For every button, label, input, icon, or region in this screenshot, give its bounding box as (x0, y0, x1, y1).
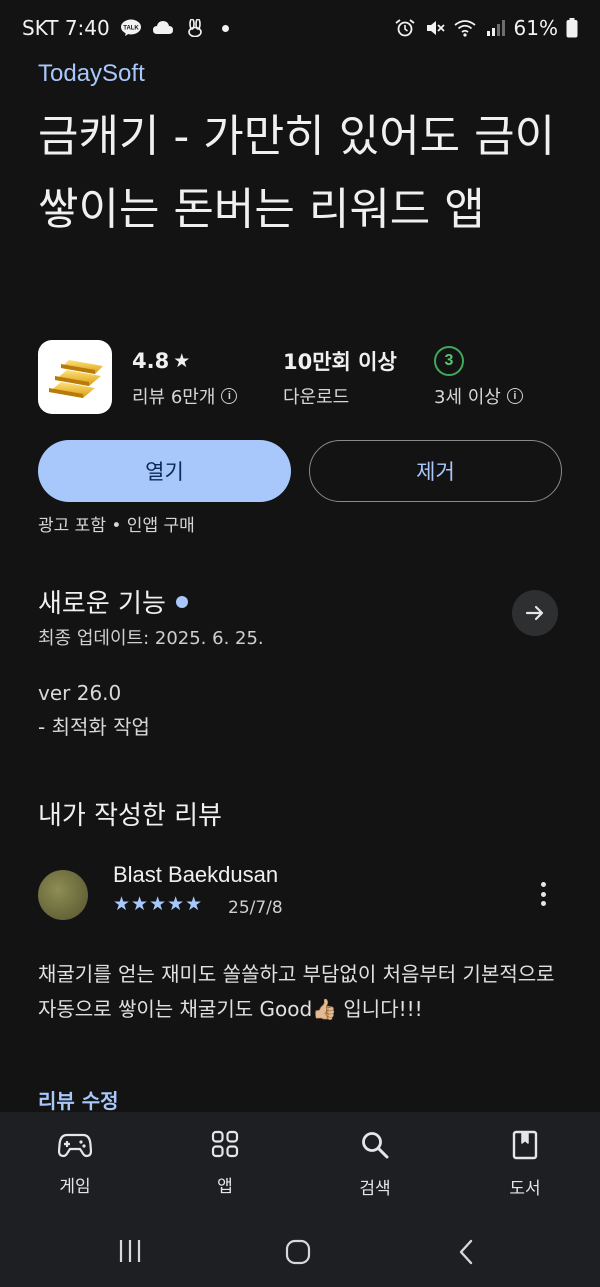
reviews-count: 리뷰 6만개 (132, 387, 216, 408)
nav-label-books: 도서 (509, 1179, 541, 1199)
more-dot (540, 891, 546, 897)
info-icon[interactable]: i (221, 388, 238, 404)
downloads-label: 다운로드 (283, 387, 350, 408)
notification-dot (221, 24, 229, 32)
kakaotalk-icon: TALK (120, 19, 141, 36)
carrier-time: SKT 7:40 (22, 16, 110, 40)
bottom-navigation: 게임 앱 검색 도서 (0, 1112, 600, 1216)
recent-apps-icon[interactable] (117, 1238, 143, 1264)
rating-value: 4.8 (132, 349, 170, 373)
book-icon (512, 1130, 538, 1160)
apps-grid-icon (211, 1130, 239, 1158)
gold-bars-icon (49, 360, 103, 398)
home-icon[interactable] (284, 1238, 312, 1266)
nav-label-games: 게임 (59, 1177, 91, 1197)
battery-percent: 61% (513, 16, 558, 40)
nav-item-games[interactable]: 게임 (0, 1112, 150, 1216)
status-bar: SKT 7:40 TALK 61% (0, 0, 600, 56)
nav-label-search: 검색 (359, 1179, 391, 1199)
my-review-title: 내가 작성한 리뷰 (38, 801, 222, 831)
app-icon (38, 340, 112, 414)
age-rating-label: 3세 이상 (434, 387, 501, 408)
rating-star-icon: ★ (173, 350, 191, 372)
developer-link[interactable]: TodaySoft (38, 60, 145, 88)
review-stars: ★★★★★ (113, 893, 204, 915)
review-text: 채굴기를 얻는 재미도 쏠쏠하고 부담없이 처음부터 기본적으로 자동으로 쌓이… (38, 962, 555, 1021)
more-dot (540, 882, 546, 887)
my-review-heading: 내가 작성한 리뷰 (38, 795, 222, 832)
reviewer-name: Blast Baekdusan (113, 862, 279, 887)
back-icon[interactable] (456, 1238, 476, 1266)
more-options-button[interactable] (530, 878, 556, 910)
open-button[interactable]: 열기 (38, 440, 291, 502)
whats-new-title: 새로운 기능 (38, 589, 166, 619)
cloud-icon (152, 21, 173, 34)
nav-item-apps[interactable]: 앱 (150, 1112, 300, 1216)
more-dot (540, 901, 546, 906)
last-updated: 최종 업데이트: 2025. 6. 25. (38, 628, 264, 649)
gamepad-icon (58, 1133, 92, 1158)
system-navigation-bar (0, 1216, 600, 1287)
whats-new-arrow-button[interactable] (512, 590, 558, 636)
downloads-value: 10만회 이상 (283, 350, 397, 374)
edit-review-link[interactable]: 리뷰 수정 (38, 1085, 119, 1114)
nav-item-books[interactable]: 도서 (450, 1112, 600, 1216)
uninstall-button[interactable]: 제거 (309, 440, 562, 502)
info-icon[interactable]: i (506, 388, 523, 404)
notes-text: - 최적화 작업 (38, 715, 150, 739)
nav-item-search[interactable]: 검색 (300, 1112, 450, 1216)
signal-icon (486, 20, 505, 36)
release-notes: ver 26.0 - 최적화 작업 (38, 676, 150, 744)
app-title: 금캐기 - 가만히 있어도 금이 쌓이는 돈버는 리워드 앱 (38, 111, 556, 235)
age-rating-stat[interactable]: 3 3세 이상 i (434, 345, 523, 409)
version-text: ver 26.0 (38, 681, 122, 705)
downloads-stat: 10만회 이상 다운로드 (283, 345, 397, 409)
ads-iap-note: 광고 포함 • 인앱 구매 (38, 516, 195, 536)
avatar (38, 870, 88, 920)
rabbit-icon (187, 19, 202, 37)
talk-badge-text: TALK (123, 26, 139, 32)
whats-new-heading[interactable]: 새로운 기능 (38, 583, 188, 620)
mute-icon (426, 21, 445, 35)
review-date: 25/7/8 (228, 898, 283, 918)
rating-stat[interactable]: 4.8 ★ 리뷰 6만개 i (132, 345, 238, 409)
battery-icon (566, 18, 578, 38)
new-indicator-dot (175, 595, 188, 608)
search-icon (362, 1132, 389, 1159)
nav-label-apps: 앱 (217, 1177, 233, 1197)
wifi-icon (453, 20, 476, 37)
arrow-right-icon (525, 605, 544, 621)
alarm-icon (395, 19, 415, 37)
age-rating-badge: 3 (434, 346, 464, 376)
